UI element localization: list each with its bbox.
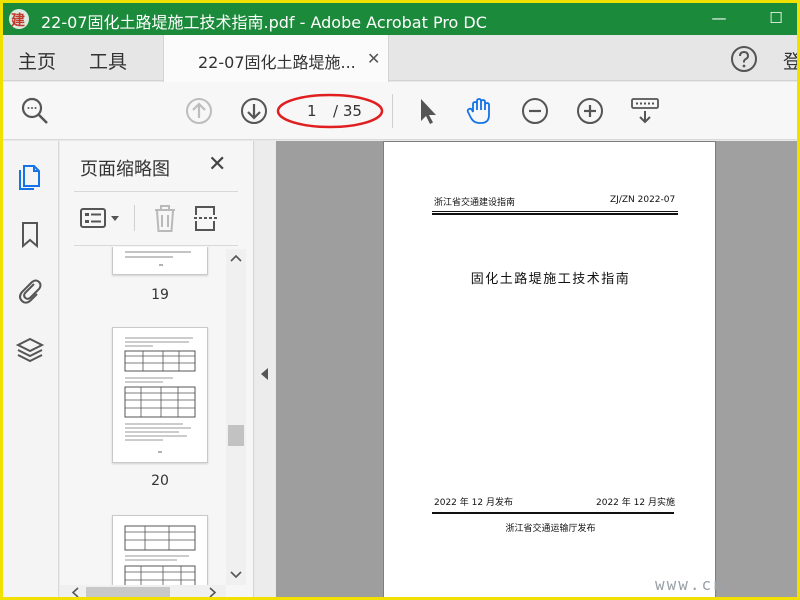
thumbnail-panel: 页面缩略图 ✕ 19 20 bbox=[60, 141, 254, 600]
thumbnail-content bbox=[125, 251, 191, 266]
site-watermark: www.cn bbox=[655, 575, 725, 594]
app-frame: 建 22-07固化土路堤施工技术指南.pdf - Adobe Acrobat P… bbox=[0, 0, 800, 600]
thumbnail-list: 19 20 bbox=[60, 247, 226, 587]
maximize-button[interactable]: ☐ bbox=[763, 7, 789, 29]
panel-title: 页面缩略图 bbox=[80, 159, 170, 180]
arrow-up-circle-icon[interactable] bbox=[183, 95, 215, 127]
page-title: 固化土路堤施工技术指南 bbox=[470, 272, 631, 287]
document-view[interactable]: 浙江省交通建设指南 ZJ/ZN 2022-07 固化土路堤施工技术指南 2022… bbox=[276, 141, 797, 597]
thumbnail-horizontal-scrollbar[interactable] bbox=[60, 585, 226, 600]
document-tab-close-button[interactable]: ✕ bbox=[367, 49, 380, 68]
page-extract-icon[interactable] bbox=[192, 203, 220, 233]
panel-divider bbox=[74, 245, 238, 246]
pdf-page: 浙江省交通建设指南 ZJ/ZN 2022-07 固化土路堤施工技术指南 2022… bbox=[383, 141, 716, 597]
zoom-in-icon[interactable] bbox=[574, 95, 606, 127]
site-logo: 建 bbox=[9, 9, 29, 29]
panel-collapse-handle[interactable] bbox=[255, 141, 275, 597]
zoom-out-icon[interactable] bbox=[519, 95, 551, 127]
document-tab-label: 22-07固化土路堤施... bbox=[198, 53, 356, 72]
thumbnail-page[interactable] bbox=[112, 327, 208, 463]
window-title: 22-07固化土路堤施工技术指南.pdf - Adobe Acrobat Pro… bbox=[41, 13, 487, 32]
toolbar: 1 / 35 bbox=[3, 82, 797, 140]
thumbnail-vertical-scrollbar[interactable] bbox=[226, 249, 246, 585]
tab-bar: 主页 工具 22-07固化土路堤施... ✕ 登 bbox=[3, 35, 797, 82]
trash-icon[interactable] bbox=[150, 203, 180, 233]
keyboard-icon[interactable] bbox=[629, 95, 661, 127]
paperclip-icon[interactable] bbox=[15, 275, 45, 305]
left-rail bbox=[3, 141, 59, 597]
thumbnail-page-number: 20 bbox=[151, 473, 169, 489]
bookmark-icon[interactable] bbox=[15, 219, 45, 249]
minimize-button[interactable]: — bbox=[706, 7, 732, 29]
thumbnail-content bbox=[124, 525, 196, 587]
thumbnail-page-number: 19 bbox=[151, 287, 169, 303]
page-issuer: 浙江省交通运输厅发布 bbox=[505, 524, 596, 534]
collapse-arrow-icon bbox=[261, 368, 268, 380]
page-header-right: ZJ/ZN 2022-07 bbox=[610, 195, 676, 205]
page-footer-rule bbox=[432, 512, 674, 514]
tab-home[interactable]: 主页 bbox=[18, 47, 56, 74]
sign-in-link[interactable]: 登 bbox=[783, 47, 797, 74]
arrow-down-circle-icon[interactable] bbox=[238, 95, 270, 127]
page-header-rule bbox=[432, 211, 678, 212]
thumbnail-page[interactable] bbox=[112, 515, 208, 587]
thumbnail-page[interactable] bbox=[112, 247, 208, 275]
pages-icon[interactable] bbox=[15, 161, 45, 191]
hand-icon[interactable] bbox=[464, 95, 496, 127]
page-header-left: 浙江省交通建设指南 bbox=[434, 198, 516, 208]
tab-tools[interactable]: 工具 bbox=[89, 47, 127, 74]
pointer-icon[interactable] bbox=[411, 95, 443, 127]
thumbnail-content bbox=[124, 337, 196, 453]
layers-icon[interactable] bbox=[15, 335, 45, 365]
help-icon[interactable] bbox=[730, 45, 758, 73]
title-bar: 建 22-07固化土路堤施工技术指南.pdf - Adobe Acrobat P… bbox=[3, 3, 797, 35]
panel-close-button[interactable]: ✕ bbox=[208, 152, 226, 177]
effective-date: 2022 年 12 月实施 bbox=[596, 498, 675, 508]
publish-date: 2022 年 12 月发布 bbox=[434, 498, 513, 508]
search-icon[interactable] bbox=[19, 95, 51, 127]
svg-text:建: 建 bbox=[11, 12, 25, 29]
tab-document[interactable]: 22-07固化土路堤施... ✕ bbox=[163, 35, 389, 82]
annotation-ellipse bbox=[276, 93, 384, 129]
thumbnail-options-icon[interactable] bbox=[78, 203, 122, 233]
page-header-rule bbox=[432, 213, 678, 215]
document-side-margin bbox=[717, 141, 797, 597]
toolbar-divider bbox=[392, 94, 393, 128]
panel-tool-divider bbox=[134, 205, 135, 231]
panel-divider bbox=[74, 191, 238, 192]
